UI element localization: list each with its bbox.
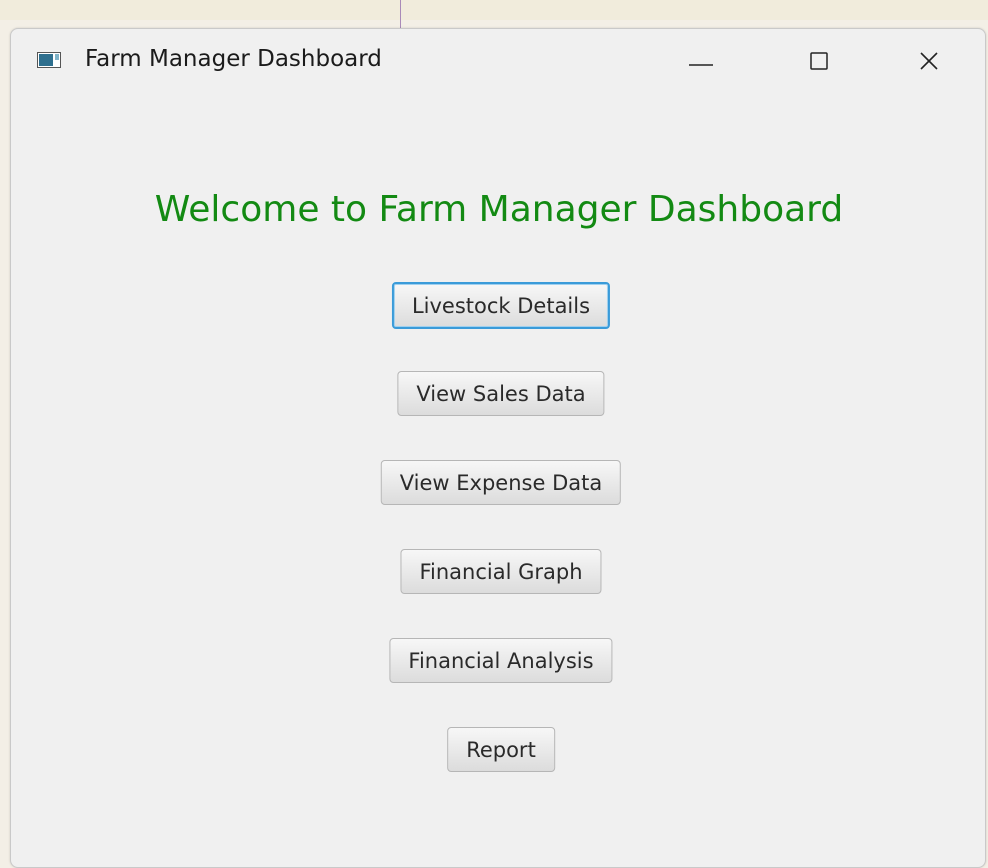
- app-icon: [37, 52, 61, 68]
- desktop-divider: [400, 0, 401, 30]
- welcome-heading: Welcome to Farm Manager Dashboard: [154, 189, 844, 230]
- maximize-icon: [810, 52, 828, 70]
- livestock-details-button[interactable]: Livestock Details: [391, 282, 611, 329]
- title-bar[interactable]: Farm Manager Dashboard: [11, 29, 985, 89]
- desktop-background: [0, 0, 988, 20]
- minimize-button[interactable]: [673, 39, 729, 83]
- close-button[interactable]: [901, 39, 957, 83]
- financial-graph-button[interactable]: Financial Graph: [400, 549, 602, 594]
- minimize-icon: [689, 64, 713, 66]
- view-sales-data-button[interactable]: View Sales Data: [397, 371, 605, 416]
- close-icon: [920, 52, 938, 70]
- maximize-button[interactable]: [791, 39, 847, 83]
- app-window: Farm Manager Dashboard Welcome to Farm M…: [10, 28, 986, 868]
- view-expense-data-button[interactable]: View Expense Data: [380, 460, 622, 505]
- window-title: Farm Manager Dashboard: [85, 46, 382, 72]
- report-button[interactable]: Report: [447, 727, 555, 772]
- financial-analysis-button[interactable]: Financial Analysis: [389, 638, 613, 683]
